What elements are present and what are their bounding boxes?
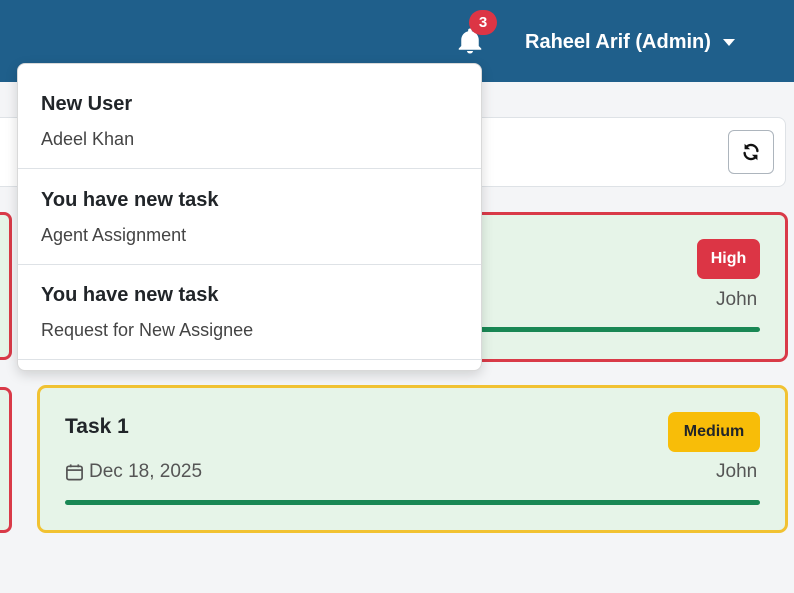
- task-progress-bar: [65, 500, 760, 505]
- notification-title: You have new task: [41, 284, 219, 306]
- task-card-partial[interactable]: [0, 387, 12, 533]
- task-title: Task 1: [65, 415, 129, 438]
- task-card[interactable]: [460, 212, 788, 362]
- calendar-icon: [66, 464, 83, 481]
- priority-badge-high: High: [697, 239, 760, 279]
- notifications-count-badge: 3: [469, 10, 497, 35]
- task-due-date: Dec 18, 2025: [65, 461, 202, 483]
- task-date-text: Dec 18, 2025: [89, 461, 203, 482]
- refresh-icon: [743, 143, 759, 161]
- user-name-label: Raheel Arif (Admin): [525, 30, 711, 53]
- notification-item[interactable]: New User Adeel Khan: [18, 74, 481, 169]
- priority-badge-medium: Medium: [668, 412, 760, 452]
- user-menu-toggle[interactable]: Raheel Arif (Admin): [525, 28, 735, 56]
- caret-down-icon: [722, 38, 735, 46]
- task-assignee: John: [716, 289, 758, 310]
- refresh-button[interactable]: [728, 130, 774, 174]
- task-assignee: John: [716, 461, 758, 482]
- notification-item[interactable]: You have new task Agent Assignment: [18, 170, 481, 265]
- notification-subtitle: Request for New Assignee: [41, 320, 254, 340]
- task-card-partial[interactable]: [0, 212, 12, 360]
- notification-subtitle: Agent Assignment: [41, 225, 187, 245]
- notification-item[interactable]: You have new task Request for New Assign…: [18, 265, 481, 360]
- notifications-dropdown: New User Adeel Khan You have new task Ag…: [17, 63, 482, 371]
- notification-title: New User: [41, 93, 133, 115]
- notification-subtitle: Adeel Khan: [41, 129, 135, 149]
- task-progress-bar: [470, 327, 760, 332]
- task-card[interactable]: [37, 385, 788, 533]
- notification-title: You have new task: [41, 189, 219, 211]
